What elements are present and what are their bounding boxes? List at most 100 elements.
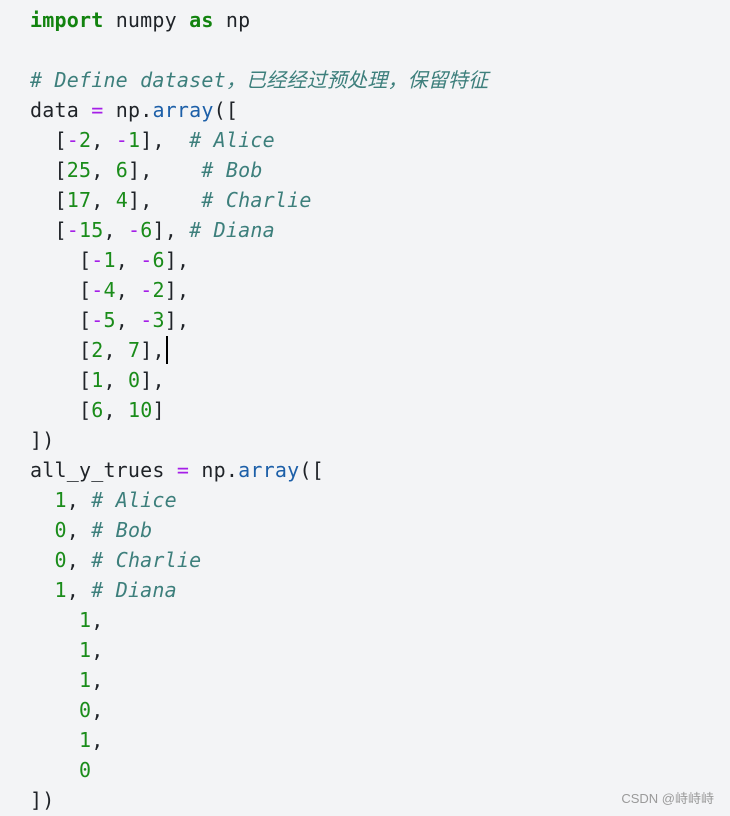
text-token: ,: [66, 518, 92, 542]
text-token: [: [30, 398, 92, 422]
number-token: 5: [103, 308, 116, 332]
text-token: ,: [103, 398, 128, 422]
operator-token: -: [66, 128, 79, 152]
code-line: [-4, -2],: [30, 275, 488, 305]
comment-token: # Alice: [91, 488, 177, 512]
comment-token: # Define dataset，已经经过预处理，保留特征: [30, 68, 489, 92]
text-token: ],: [164, 278, 190, 302]
code-line: 1, # Alice: [30, 485, 488, 515]
number-token: 25: [66, 158, 92, 182]
text-token: numpy: [103, 8, 190, 32]
code-line: ]): [30, 425, 488, 455]
number-token: 6: [91, 398, 104, 422]
text-token: ,: [115, 308, 141, 332]
keyword-token: import: [30, 8, 104, 32]
text-token: ,: [91, 728, 104, 752]
operator-token: -: [140, 278, 153, 302]
function-token: array: [152, 98, 214, 122]
number-token: 6: [152, 248, 165, 272]
operator-token: -: [91, 308, 104, 332]
text-token: ,: [91, 128, 116, 152]
code-line: 1, # Diana: [30, 575, 488, 605]
code-line: [2, 7],: [30, 335, 488, 365]
text-token: ,: [103, 368, 128, 392]
number-token: 1: [54, 578, 67, 602]
comment-token: # Alice: [189, 128, 275, 152]
number-token: 6: [140, 218, 153, 242]
comment-token: # Bob: [91, 518, 153, 542]
text-token: [: [30, 278, 92, 302]
code-line: [-5, -3],: [30, 305, 488, 335]
text-token: data: [30, 98, 92, 122]
text-token: [: [30, 368, 92, 392]
text-token: ],: [140, 338, 165, 362]
text-cursor: [165, 336, 168, 364]
text-token: ,: [115, 278, 141, 302]
text-token: np.: [103, 98, 153, 122]
number-token: 0: [78, 698, 92, 722]
code-line: data = np.array([: [30, 95, 488, 125]
text-token: ,: [103, 338, 128, 362]
code-line: 1,: [30, 665, 488, 695]
number-token: 3: [152, 308, 165, 332]
text-token: [: [30, 248, 92, 272]
text-token: ,: [66, 548, 92, 572]
number-token: 15: [78, 218, 104, 242]
code-line: [25, 6], # Bob: [30, 155, 488, 185]
text-token: [: [30, 188, 67, 212]
number-token: 4: [103, 278, 116, 302]
watermark: CSDN @峙峙峙: [621, 791, 714, 806]
text-token: [: [30, 218, 67, 242]
number-token: 10: [127, 398, 153, 422]
operator-token: -: [91, 278, 104, 302]
number-token: 0: [78, 758, 92, 782]
text-token: ],: [152, 218, 190, 242]
number-token: 1: [78, 668, 92, 692]
text-token: ]: [152, 398, 165, 422]
number-token: 2: [78, 128, 92, 152]
text-token: ,: [91, 608, 104, 632]
text-token: np.: [189, 458, 239, 482]
text-token: [: [30, 308, 92, 332]
operator-token: =: [176, 458, 190, 482]
code-line: [17, 4], # Charlie: [30, 185, 488, 215]
number-token: 1: [54, 488, 67, 512]
code-line: [-15, -6], # Diana: [30, 215, 488, 245]
text-token: np: [213, 8, 251, 32]
code-line: 0,: [30, 695, 488, 725]
number-token: 7: [127, 338, 141, 362]
comment-token: # Charlie: [201, 188, 312, 212]
number-token: 1: [103, 248, 116, 272]
text-token: ,: [91, 668, 104, 692]
text-token: ,: [115, 248, 141, 272]
text-token: ],: [164, 248, 190, 272]
text-token: ],: [164, 308, 190, 332]
operator-token: =: [91, 98, 104, 122]
code-line: 1,: [30, 635, 488, 665]
number-token: 2: [152, 278, 165, 302]
number-token: 0: [54, 548, 67, 572]
text-token: ,: [66, 578, 92, 602]
text-token: ],: [127, 188, 202, 212]
text-token: all_y_trues: [30, 458, 177, 482]
code-line: import numpy as np: [30, 5, 488, 35]
code-line: 1,: [30, 605, 488, 635]
code-block[interactable]: import numpy as np # Define dataset，已经经过…: [30, 5, 488, 815]
operator-token: -: [140, 308, 153, 332]
number-token: 1: [78, 728, 92, 752]
number-token: 1: [78, 638, 92, 662]
text-token: ],: [140, 368, 165, 392]
code-line: all_y_trues = np.array([: [30, 455, 488, 485]
text-token: ]): [30, 788, 55, 812]
number-token: 2: [91, 338, 104, 362]
number-token: 1: [127, 128, 141, 152]
operator-token: -: [66, 218, 79, 242]
text-token: ],: [140, 128, 190, 152]
